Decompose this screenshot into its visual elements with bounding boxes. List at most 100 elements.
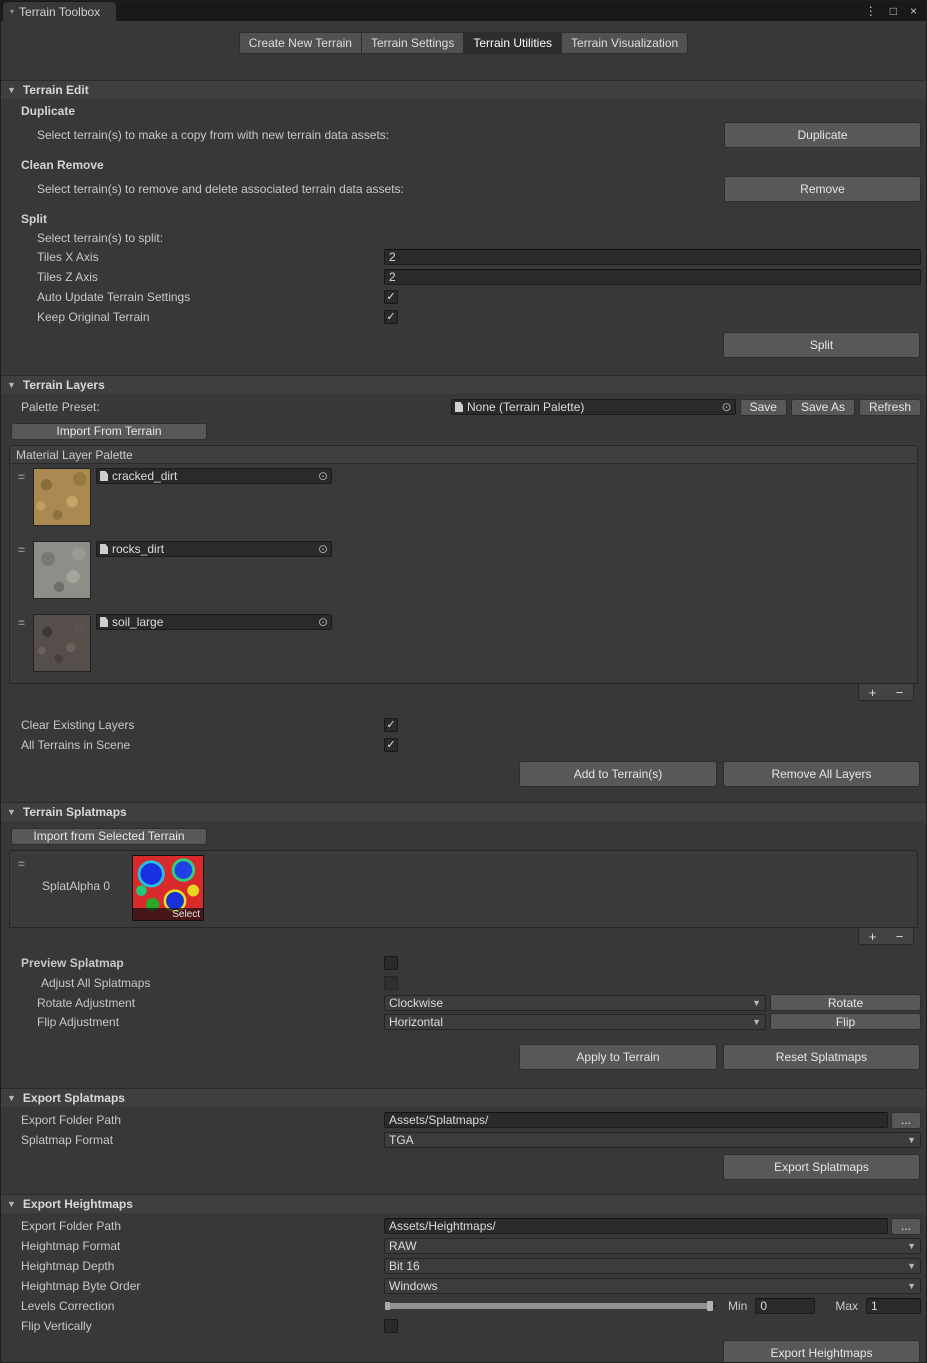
terrain-splatmaps-header[interactable]: ▼ Terrain Splatmaps bbox=[1, 802, 926, 821]
splat-alpha-label: SplatAlpha 0 bbox=[42, 879, 130, 893]
terrain-edit-header[interactable]: ▼ Terrain Edit bbox=[1, 80, 926, 99]
drag-handle[interactable]: = bbox=[18, 543, 25, 557]
tab-create-new-terrain[interactable]: Create New Terrain bbox=[239, 32, 362, 54]
heightmap-format-dropdown[interactable]: RAW ▼ bbox=[384, 1238, 921, 1254]
splatmap-select-button[interactable]: Select bbox=[133, 908, 203, 920]
foldout-icon[interactable]: ▼ bbox=[7, 1199, 16, 1209]
layer-thumbnail[interactable] bbox=[33, 541, 91, 599]
object-picker-icon[interactable]: ⊙ bbox=[318, 616, 328, 628]
tab-terrain-utilities[interactable]: Terrain Utilities bbox=[464, 32, 562, 54]
object-picker-icon[interactable]: ⊙ bbox=[318, 470, 328, 482]
tab-terrain-settings[interactable]: Terrain Settings bbox=[362, 32, 464, 54]
flip-vertically-checkbox[interactable] bbox=[384, 1319, 398, 1333]
heightmap-depth-label: Heightmap Depth bbox=[21, 1259, 384, 1273]
layer-objectfield[interactable]: cracked_dirt ⊙ bbox=[96, 468, 332, 484]
preview-splatmap-label: Preview Splatmap bbox=[21, 956, 384, 970]
splatmap-thumbnail[interactable]: Select bbox=[132, 855, 204, 921]
levels-correction-label: Levels Correction bbox=[21, 1299, 384, 1313]
import-from-selected-terrain-button[interactable]: Import from Selected Terrain bbox=[11, 828, 207, 845]
clear-existing-checkbox[interactable]: ✓ bbox=[384, 718, 398, 732]
window-title: Terrain Toolbox bbox=[19, 5, 100, 19]
add-to-terrain-button[interactable]: Add to Terrain(s) bbox=[519, 761, 717, 787]
export-splatmaps-header[interactable]: ▼ Export Splatmaps bbox=[1, 1088, 926, 1107]
remove-all-layers-button[interactable]: Remove All Layers bbox=[723, 761, 920, 787]
max-input[interactable]: 1 bbox=[866, 1298, 921, 1314]
object-picker-icon[interactable]: ⊙ bbox=[722, 401, 732, 413]
browse-button[interactable]: ... bbox=[891, 1112, 921, 1129]
window-close-icon[interactable]: × bbox=[910, 4, 917, 18]
object-picker-icon[interactable]: ⊙ bbox=[318, 543, 328, 555]
heightmap-format-value: RAW bbox=[389, 1239, 417, 1253]
clean-remove-description: Select terrain(s) to remove and delete a… bbox=[37, 182, 724, 196]
min-input[interactable]: 0 bbox=[755, 1298, 815, 1314]
window-menu-icon[interactable]: ⋮ bbox=[865, 4, 877, 18]
refresh-button[interactable]: Refresh bbox=[859, 399, 921, 416]
keep-original-checkbox[interactable]: ✓ bbox=[384, 310, 398, 324]
import-from-terrain-button[interactable]: Import From Terrain bbox=[11, 423, 207, 440]
drag-handle[interactable]: = bbox=[18, 857, 25, 871]
palette-preset-objectfield[interactable]: None (Terrain Palette) ⊙ bbox=[451, 399, 736, 415]
foldout-icon[interactable]: ▼ bbox=[7, 807, 16, 817]
layer-thumbnail[interactable] bbox=[33, 614, 91, 672]
export-heightmaps-button[interactable]: Export Heightmaps bbox=[723, 1340, 920, 1363]
window-tab[interactable]: ▾ Terrain Toolbox bbox=[3, 2, 116, 21]
drag-handle[interactable]: = bbox=[18, 616, 25, 630]
auto-update-checkbox[interactable]: ✓ bbox=[384, 290, 398, 304]
split-button[interactable]: Split bbox=[723, 332, 920, 358]
clean-remove-subtitle: Clean Remove bbox=[21, 158, 104, 172]
layer-objectfield[interactable]: rocks_dirt ⊙ bbox=[96, 541, 332, 557]
layer-row[interactable]: = rocks_dirt ⊙ bbox=[10, 537, 917, 610]
chevron-down-icon: ▼ bbox=[907, 1281, 916, 1291]
tiles-z-input[interactable]: 2 bbox=[384, 269, 921, 285]
foldout-icon[interactable]: ▼ bbox=[7, 85, 16, 95]
splatmap-folder-input[interactable]: Assets/Splatmaps/ bbox=[384, 1112, 888, 1128]
splatmap-format-dropdown[interactable]: TGA ▼ bbox=[384, 1132, 921, 1148]
export-heightmaps-header[interactable]: ▼ Export Heightmaps bbox=[1, 1194, 926, 1213]
layer-row[interactable]: = soil_large ⊙ bbox=[10, 610, 917, 683]
adjust-all-splatmaps-checkbox[interactable] bbox=[384, 976, 398, 990]
flip-adjustment-dropdown[interactable]: Horizontal ▼ bbox=[384, 1014, 766, 1030]
rotate-adjustment-dropdown[interactable]: Clockwise ▼ bbox=[384, 995, 766, 1011]
layer-row[interactable]: = cracked_dirt ⊙ bbox=[10, 464, 917, 537]
all-terrains-checkbox[interactable]: ✓ bbox=[384, 738, 398, 752]
rotate-adjustment-label: Rotate Adjustment bbox=[21, 996, 384, 1010]
foldout-icon[interactable]: ▼ bbox=[7, 1093, 16, 1103]
heightmap-depth-dropdown[interactable]: Bit 16 ▼ bbox=[384, 1258, 921, 1274]
add-layer-button[interactable]: + bbox=[869, 686, 877, 699]
preview-splatmap-checkbox[interactable] bbox=[384, 956, 398, 970]
chevron-down-icon: ▼ bbox=[907, 1135, 916, 1145]
material-layer-palette-header: Material Layer Palette bbox=[10, 446, 917, 464]
layer-objectfield[interactable]: soil_large ⊙ bbox=[96, 614, 332, 630]
window-maximize-icon[interactable]: □ bbox=[890, 4, 897, 18]
splat-row[interactable]: = SplatAlpha 0 Select bbox=[10, 851, 917, 927]
save-button[interactable]: Save bbox=[740, 399, 787, 416]
drag-handle[interactable]: = bbox=[18, 470, 25, 484]
save-as-button[interactable]: Save As bbox=[791, 399, 855, 416]
remove-button[interactable]: Remove bbox=[724, 176, 921, 202]
add-splatmap-button[interactable]: + bbox=[869, 930, 877, 943]
heightmap-folder-input[interactable]: Assets/Heightmaps/ bbox=[384, 1218, 888, 1234]
remove-layer-button[interactable]: − bbox=[896, 686, 904, 699]
tiles-x-label: Tiles X Axis bbox=[21, 250, 384, 264]
heightmap-depth-value: Bit 16 bbox=[389, 1259, 420, 1273]
section-title: Export Heightmaps bbox=[23, 1197, 133, 1211]
reset-splatmaps-button[interactable]: Reset Splatmaps bbox=[723, 1044, 920, 1070]
palette-preset-label: Palette Preset: bbox=[21, 400, 451, 414]
foldout-icon[interactable]: ▼ bbox=[7, 380, 16, 390]
terrain-layers-header[interactable]: ▼ Terrain Layers bbox=[1, 375, 926, 394]
remove-splatmap-button[interactable]: − bbox=[896, 930, 904, 943]
asset-icon bbox=[100, 544, 108, 554]
tiles-x-input[interactable]: 2 bbox=[384, 249, 921, 265]
export-splatmaps-button[interactable]: Export Splatmaps bbox=[723, 1154, 920, 1180]
section-title: Terrain Splatmaps bbox=[23, 805, 127, 819]
tab-terrain-visualization[interactable]: Terrain Visualization bbox=[562, 32, 688, 54]
rotate-button[interactable]: Rotate bbox=[770, 994, 921, 1011]
apply-to-terrain-button[interactable]: Apply to Terrain bbox=[519, 1044, 717, 1070]
browse-button[interactable]: ... bbox=[891, 1218, 921, 1235]
layer-thumbnail[interactable] bbox=[33, 468, 91, 526]
levels-correction-slider[interactable] bbox=[384, 1298, 718, 1314]
duplicate-button[interactable]: Duplicate bbox=[724, 122, 921, 148]
flip-button[interactable]: Flip bbox=[770, 1013, 921, 1030]
palette-preset-value: None (Terrain Palette) bbox=[467, 400, 584, 414]
heightmap-byte-order-dropdown[interactable]: Windows ▼ bbox=[384, 1278, 921, 1294]
